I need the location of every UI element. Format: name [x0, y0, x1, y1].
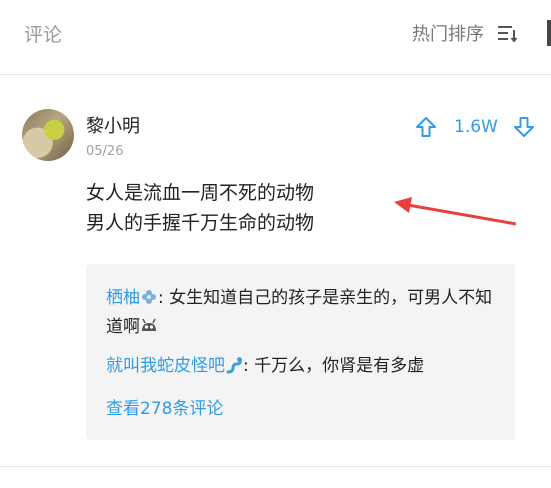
- reply-item: 就叫我蛇皮怪吧 : 千万么，你肾是有多虚: [106, 352, 501, 381]
- vote-count: 1.6W: [454, 117, 498, 137]
- comment-username[interactable]: 黎小明: [86, 112, 140, 138]
- avatar[interactable]: [22, 109, 74, 161]
- scrollbar-edge: [547, 20, 551, 46]
- sort-button[interactable]: 热门排序: [412, 20, 518, 46]
- comment-line: 女人是流血一周不死的动物: [86, 182, 315, 204]
- face-emoji-icon: [142, 318, 156, 331]
- flower-icon: [142, 290, 156, 304]
- view-more-comments-link[interactable]: 查看278条评论: [106, 394, 223, 419]
- vote-controls: 1.6W: [414, 115, 536, 139]
- replies-box: 栖柚 : 女生知道自己的孩子是亲生的，可男人不知道啊 就叫我蛇皮怪吧 : 千万么…: [86, 264, 515, 440]
- comment-date: 05/26: [86, 144, 124, 159]
- downvote-arrow-icon[interactable]: [512, 115, 536, 139]
- page-title: 评论: [24, 24, 63, 46]
- comments-header: 评论 热门排序: [0, 0, 551, 75]
- sort-label: 热门排序: [412, 24, 484, 45]
- divider: [0, 466, 551, 467]
- snake-emoji-icon: [226, 357, 242, 374]
- reply-text: : 千万么，你肾是有多虚: [243, 356, 425, 376]
- reply-author[interactable]: 栖柚: [106, 288, 140, 308]
- upvote-arrow-icon[interactable]: [414, 115, 438, 139]
- annotation-arrow: [394, 197, 517, 226]
- comment-body: 女人是流血一周不死的动物 男人的手握千万生命的动物: [86, 178, 314, 238]
- comment-line: 男人的手握千万生命的动物: [86, 212, 315, 234]
- reply-text: : 女生知道自己的孩子是亲生的，可男人不知道啊: [106, 288, 493, 337]
- sort-icon: [498, 26, 518, 43]
- reply-item: 栖柚 : 女生知道自己的孩子是亲生的，可男人不知道啊: [106, 284, 501, 342]
- reply-author[interactable]: 就叫我蛇皮怪吧: [106, 356, 225, 376]
